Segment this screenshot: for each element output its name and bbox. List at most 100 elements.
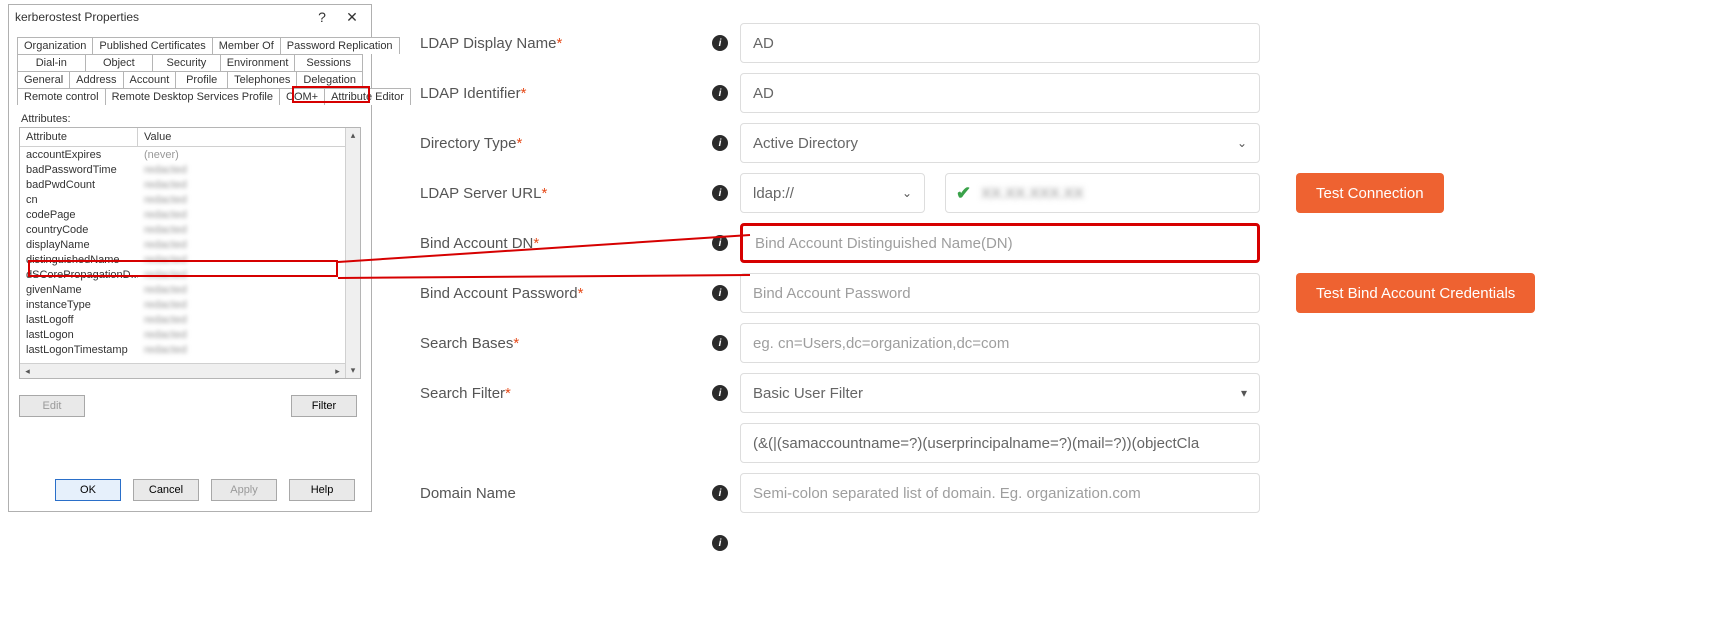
scroll-up-icon[interactable]: ▴ [346,128,360,143]
tab-general[interactable]: General [17,71,70,88]
info-icon[interactable]: i [700,185,740,201]
domain-name-input[interactable] [740,473,1260,513]
close-icon[interactable]: ✕ [337,9,367,26]
tab-organization[interactable]: Organization [17,37,93,54]
attributes-header: Attribute Value [20,128,360,147]
attr-value: redacted [138,209,360,221]
scroll-left-icon[interactable]: ◂ [20,366,35,377]
tab-environment[interactable]: Environment [221,54,296,71]
table-row[interactable]: givenNameredacted [20,282,360,297]
tab-security[interactable]: Security [153,54,221,71]
attr-name: displayName [20,239,138,251]
tab-sessions[interactable]: Sessions [295,54,363,71]
tab-profile[interactable]: Profile [176,71,228,88]
table-row[interactable]: lastLogonredacted [20,327,360,342]
table-row[interactable]: cnredacted [20,192,360,207]
tab-attribute-editor[interactable]: Attribute Editor [325,88,411,105]
bind-account-password-label: Bind Account Password* [420,285,700,302]
info-icon[interactable]: i [700,335,740,351]
bind-account-dn-input[interactable] [740,223,1260,263]
test-bind-button[interactable]: Test Bind Account Credentials [1296,273,1535,313]
attr-name: givenName [20,284,138,296]
ldap-identifier-input[interactable] [740,73,1260,113]
ldap-display-name-input[interactable] [740,23,1260,63]
table-row[interactable]: countryCoderedacted [20,222,360,237]
tab-member-of[interactable]: Member Of [213,37,281,54]
tab-telephones[interactable]: Telephones [228,71,297,88]
tab-object[interactable]: Object [86,54,154,71]
tab-address[interactable]: Address [70,71,123,88]
tab-published-certificates[interactable]: Published Certificates [93,37,212,54]
vertical-scrollbar[interactable]: ▴ ▾ [345,128,360,378]
attr-value: redacted [138,284,360,296]
table-row[interactable]: accountExpires(never) [20,147,360,162]
url-host-input[interactable]: ✔ XX.XX.XXX.XX [945,173,1260,213]
table-row[interactable]: badPasswordTimeredacted [20,162,360,177]
titlebar[interactable]: kerberostest Properties ? ✕ [9,5,371,29]
scroll-right-icon[interactable]: ▸ [330,366,345,377]
table-row[interactable]: lastLogonTimestampredacted [20,342,360,357]
ok-button[interactable]: OK [55,479,121,501]
cancel-button[interactable]: Cancel [133,479,199,501]
help-icon[interactable]: ? [307,9,337,25]
tab-dial-in[interactable]: Dial-in [17,54,86,71]
info-icon[interactable]: i [700,535,740,551]
attr-name: lastLogoff [20,314,138,326]
info-icon[interactable]: i [700,35,740,51]
help-button[interactable]: Help [289,479,355,501]
attr-value: redacted [138,239,360,251]
attr-name: codePage [20,209,138,221]
info-icon[interactable]: i [700,485,740,501]
attributes-table[interactable]: Attribute Value accountExpires(never)bad… [19,127,361,379]
table-row[interactable]: displayNameredacted [20,237,360,252]
attributes-body[interactable]: accountExpires(never)badPasswordTimereda… [20,147,360,367]
filter-button[interactable]: Filter [291,395,357,417]
url-protocol-select[interactable]: ldap://⌄ [740,173,925,213]
attr-value: redacted [138,224,360,236]
attr-name: lastLogonTimestamp [20,344,138,356]
tab-com-plus[interactable]: COM+ [280,88,325,105]
attr-value: redacted [138,329,360,341]
info-icon[interactable]: i [700,235,740,251]
properties-dialog: kerberostest Properties ? ✕ Organization… [8,4,372,512]
search-filter-label: Search Filter* [420,385,700,402]
info-icon[interactable]: i [700,285,740,301]
bind-account-password-input[interactable] [740,273,1260,313]
attributes-label: Attributes: [21,113,361,125]
attr-value: redacted [138,299,360,311]
info-icon[interactable]: i [700,385,740,401]
col-value[interactable]: Value [138,128,360,146]
tab-password-replication[interactable]: Password Replication [281,37,400,54]
apply-button[interactable]: Apply [211,479,277,501]
search-filter-select[interactable]: Basic User Filter▾ [740,373,1260,413]
horizontal-scrollbar[interactable]: ◂ ▸ [20,363,345,378]
table-row[interactable]: badPwdCountredacted [20,177,360,192]
info-icon[interactable]: i [700,85,740,101]
table-row[interactable]: lastLogoffredacted [20,312,360,327]
domain-name-label: Domain Name [420,485,700,502]
tab-remote-desktop-services-profile[interactable]: Remote Desktop Services Profile [106,88,280,105]
table-row[interactable]: dSCorePropagationD...redacted [20,267,360,282]
search-bases-label: Search Bases* [420,335,700,352]
filter-expression-input[interactable] [740,423,1260,463]
attr-name: distinguishedName [20,254,138,266]
chevron-down-icon: ⌄ [1237,136,1247,150]
directory-type-select[interactable]: Active Directory⌄ [740,123,1260,163]
test-connection-button[interactable]: Test Connection [1296,173,1444,213]
attr-value: redacted [138,269,360,281]
search-bases-input[interactable] [740,323,1260,363]
attr-name: cn [20,194,138,206]
table-row[interactable]: instanceTyperedacted [20,297,360,312]
tab-account[interactable]: Account [124,71,177,88]
table-row[interactable]: codePageredacted [20,207,360,222]
col-attribute[interactable]: Attribute [20,128,138,146]
scroll-down-icon[interactable]: ▾ [346,363,360,378]
tab-delegation[interactable]: Delegation [297,71,363,88]
attr-name: accountExpires [20,149,138,161]
attr-value: redacted [138,314,360,326]
attr-name: countryCode [20,224,138,236]
tab-remote-control[interactable]: Remote control [17,88,106,105]
info-icon[interactable]: i [700,135,740,151]
table-row[interactable]: distinguishedNameredacted [20,252,360,267]
edit-button[interactable]: Edit [19,395,85,417]
